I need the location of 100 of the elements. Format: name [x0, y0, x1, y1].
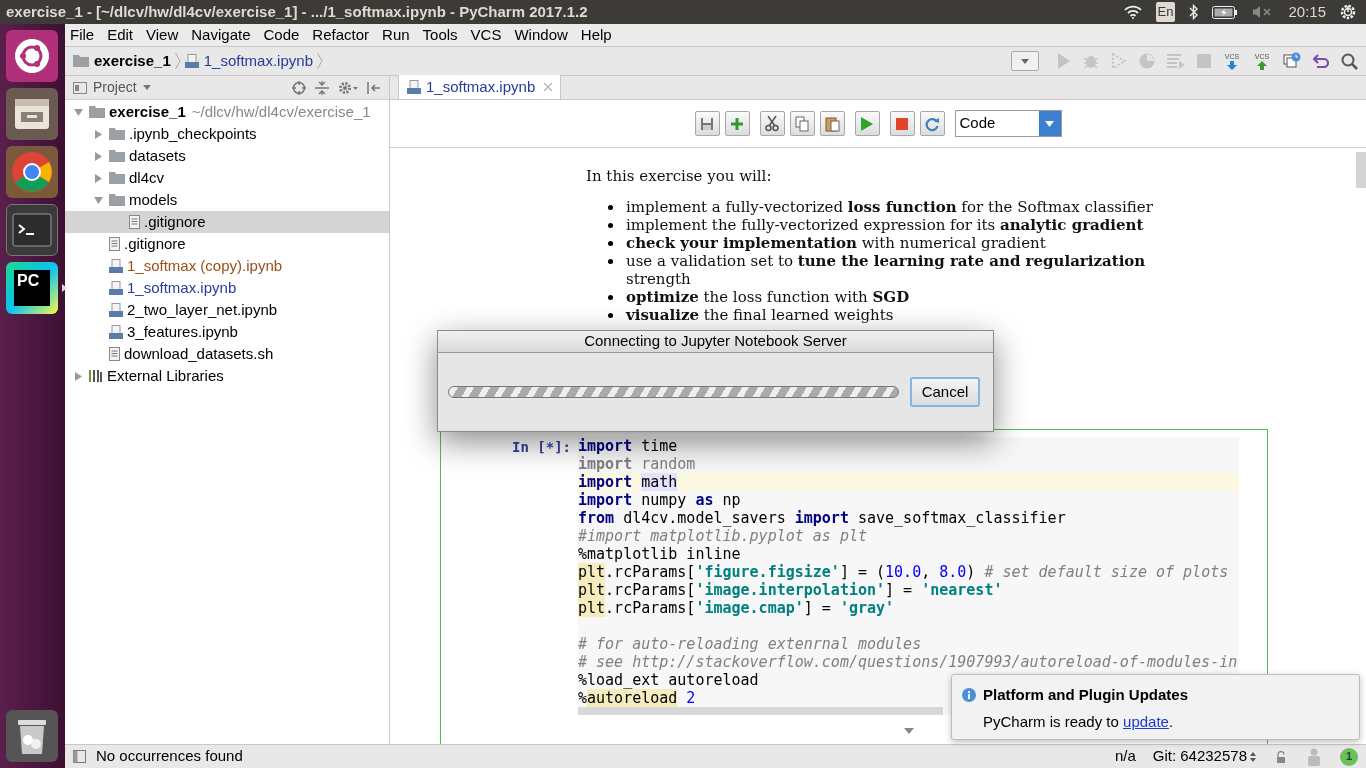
collapsed-arrow-icon[interactable]: [73, 371, 83, 381]
breadcrumb-item[interactable]: exercise_1: [94, 49, 171, 73]
tree-row[interactable]: dl4cv: [65, 167, 389, 189]
cancel-button[interactable]: Cancel: [910, 377, 980, 407]
settings-icon[interactable]: [338, 80, 358, 95]
collapsed-arrow-icon[interactable]: [93, 173, 103, 183]
clock[interactable]: 20:15: [1288, 0, 1326, 24]
cut-button[interactable]: [759, 111, 785, 136]
terminal-icon[interactable]: [6, 204, 58, 256]
tree-row[interactable]: 1_softmax (copy).ipynb: [65, 255, 389, 277]
event-log-badge[interactable]: 1: [1340, 747, 1358, 766]
run-configuration-dropdown[interactable]: [1011, 51, 1039, 71]
panel-title[interactable]: Project: [93, 77, 137, 98]
battery-icon[interactable]: [1212, 5, 1239, 19]
expanded-arrow-icon[interactable]: [93, 195, 103, 205]
run-cell-button[interactable]: [854, 111, 880, 136]
code-token: ] =: [885, 581, 914, 599]
tree-item-label[interactable]: exercise_1: [109, 100, 186, 124]
tree-row[interactable]: models: [65, 189, 389, 211]
target-icon[interactable]: [292, 80, 306, 95]
code-editor[interactable]: [578, 437, 1239, 715]
tree-item-label[interactable]: 1_softmax (copy).ipynb: [127, 254, 283, 278]
tree-row[interactable]: download_datasets.sh: [65, 343, 389, 365]
tree-item-label[interactable]: 2_two_layer_net.ipynb: [127, 298, 278, 322]
ubuntu-icon[interactable]: [6, 30, 58, 82]
git-branch[interactable]: Git: 64232578: [1152, 745, 1247, 768]
notebook-file-icon: [407, 80, 421, 94]
hide-panel-icon[interactable]: [367, 80, 381, 95]
tree-item-label[interactable]: download_datasets.sh: [124, 342, 274, 366]
menu-item[interactable]: Tools: [422, 23, 458, 47]
menu-item[interactable]: File: [70, 23, 95, 47]
keyboard-layout-indicator[interactable]: En: [1155, 2, 1176, 22]
menu-item[interactable]: Help: [580, 23, 612, 47]
tree-row[interactable]: datasets: [65, 145, 389, 167]
cell-type-select[interactable]: Code: [954, 110, 1062, 137]
caret-position[interactable]: n/a: [1114, 745, 1136, 768]
menu-item[interactable]: VCS: [470, 23, 502, 47]
tool-windows-icon[interactable]: [73, 750, 86, 763]
browser-icon[interactable]: [6, 146, 58, 198]
menu-item[interactable]: Run: [382, 23, 410, 47]
menu-item[interactable]: Refactor: [312, 23, 370, 47]
collapse-all-icon[interactable]: [315, 80, 329, 95]
undo-arrow-icon[interactable]: [1313, 54, 1329, 68]
menu-item[interactable]: Edit: [107, 23, 134, 47]
horizontal-scrollbar[interactable]: [578, 707, 943, 715]
tree-row[interactable]: .ipynb_checkpoints: [65, 123, 389, 145]
tree-item-label[interactable]: 3_features.ipynb: [127, 320, 238, 344]
code-token: save_softmax_classifier: [856, 509, 1066, 527]
paste-button[interactable]: [819, 111, 845, 136]
collapsed-arrow-icon[interactable]: [93, 151, 103, 161]
bullet-text: implement the fully-vectorized expression for its analytic gradient: [626, 216, 1145, 234]
code-token: random: [640, 455, 696, 473]
menu-item[interactable]: View: [146, 23, 179, 47]
lock-icon[interactable]: [1276, 750, 1286, 763]
stop-kernel-button[interactable]: [889, 111, 915, 136]
code-token: 'figure.figsize': [695, 563, 840, 581]
menu-item[interactable]: Code: [263, 23, 300, 47]
bluetooth-icon[interactable]: [1189, 4, 1199, 20]
vertical-scrollbar-thumb[interactable]: [1356, 152, 1366, 188]
tree-row[interactable]: exercise_1 ~/dlcv/hw/dl4cv/exercise_1: [65, 101, 389, 123]
breadcrumb-item[interactable]: 1_softmax.ipynb: [203, 49, 313, 73]
tree-item-label[interactable]: .gitignore: [144, 210, 206, 234]
add-cell-button[interactable]: [724, 111, 750, 136]
update-link[interactable]: update: [1123, 712, 1169, 730]
notification-title: Platform and Plugin Updates: [983, 685, 1189, 705]
tree-item-label[interactable]: .gitignore: [124, 232, 186, 256]
tree-row[interactable]: 2_two_layer_net.ipynb: [65, 299, 389, 321]
code-token: math: [641, 473, 678, 491]
wifi-icon[interactable]: [1123, 5, 1142, 19]
tree-item-label[interactable]: models: [129, 188, 178, 212]
tree-row[interactable]: .gitignore: [65, 233, 389, 255]
code-token: .rcParams[: [605, 563, 696, 581]
save-button[interactable]: [694, 111, 720, 136]
menu-item[interactable]: Navigate: [191, 23, 251, 47]
dropdown-caret-icon[interactable]: [142, 85, 151, 90]
tree-item-label[interactable]: .ipynb_checkpoints: [129, 122, 257, 146]
pycharm-logo[interactable]: PC: [6, 262, 58, 314]
tree-item-label[interactable]: dl4cv: [129, 166, 165, 190]
history-icon[interactable]: [1283, 52, 1301, 70]
tree-row[interactable]: 3_features.ipynb: [65, 321, 389, 343]
notebook-file-icon: [109, 281, 123, 295]
collapse-arrow-icon[interactable]: [903, 728, 914, 734]
power-gear-icon[interactable]: [1340, 4, 1356, 20]
editor-tab[interactable]: 1_softmax.ipynb: [398, 75, 562, 99]
bullet-icon: [608, 241, 613, 246]
tree-row[interactable]: .gitignore: [65, 211, 389, 233]
tree-row[interactable]: 1_softmax.ipynb: [65, 277, 389, 299]
tree-item-label[interactable]: External Libraries: [107, 364, 224, 388]
restart-kernel-button[interactable]: [919, 111, 945, 136]
tree-item-label[interactable]: 1_softmax.ipynb: [127, 276, 237, 300]
expanded-arrow-icon[interactable]: [73, 107, 83, 117]
search-icon[interactable]: [1341, 52, 1358, 70]
tree-row[interactable]: External Libraries: [65, 365, 389, 387]
trash-icon[interactable]: [6, 710, 58, 762]
tree-item-label[interactable]: datasets: [129, 144, 186, 168]
collapsed-arrow-icon[interactable]: [93, 129, 103, 139]
close-icon[interactable]: [544, 83, 553, 91]
up-down-arrows-icon[interactable]: [1250, 751, 1256, 762]
file-cabinet-icon[interactable]: [6, 88, 58, 140]
menu-item[interactable]: Window: [514, 23, 568, 47]
